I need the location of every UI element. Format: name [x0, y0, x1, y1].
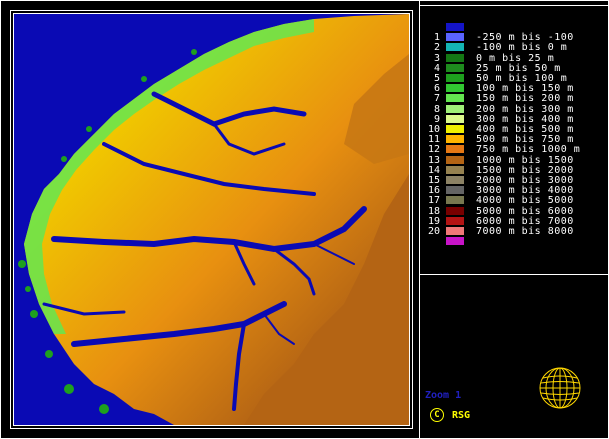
legend-swatch [446, 176, 464, 184]
elevation-map-svg [14, 14, 409, 425]
legend-swatch [446, 155, 464, 164]
legend-swatch [446, 33, 464, 42]
legend-swatch [446, 84, 464, 93]
legend-swatch [446, 53, 464, 62]
legend-label: 7000 m bis 8000 [476, 226, 574, 237]
legend-swatch [446, 145, 464, 154]
legend-row [420, 237, 608, 247]
legend-swatch [446, 43, 464, 52]
copyright-notice: C RSG [430, 408, 470, 422]
info-panel: Zoom 1 C RSG [420, 274, 608, 438]
elevation-map[interactable] [13, 13, 410, 426]
elevation-legend: 1 -250 m bis -100 2 -100 m bis 0 m30 m bis … [420, 5, 608, 275]
legend-row: 20 7000 m bis 8000 [420, 226, 608, 237]
copyright-text: RSG [452, 409, 471, 421]
legend-swatch [446, 74, 464, 82]
legend-swatch [446, 63, 464, 72]
legend-swatch [446, 206, 464, 215]
copyright-icon: C [430, 408, 444, 422]
legend-swatch [446, 216, 464, 225]
globe-icon[interactable] [538, 366, 582, 410]
legend-swatch [446, 125, 464, 133]
zoom-label: Zoom 1 [425, 390, 462, 401]
legend-swatch [446, 237, 464, 246]
legend-swatch [446, 23, 464, 31]
legend-swatch [446, 135, 464, 144]
legend-swatch [446, 114, 464, 123]
legend-swatch [446, 165, 464, 174]
legend-swatch [446, 104, 464, 113]
legend-number: 20 [427, 226, 440, 237]
legend-swatch [446, 94, 464, 103]
legend-swatch [446, 186, 464, 195]
legend-swatch [446, 227, 464, 235]
legend-swatch [446, 196, 464, 205]
